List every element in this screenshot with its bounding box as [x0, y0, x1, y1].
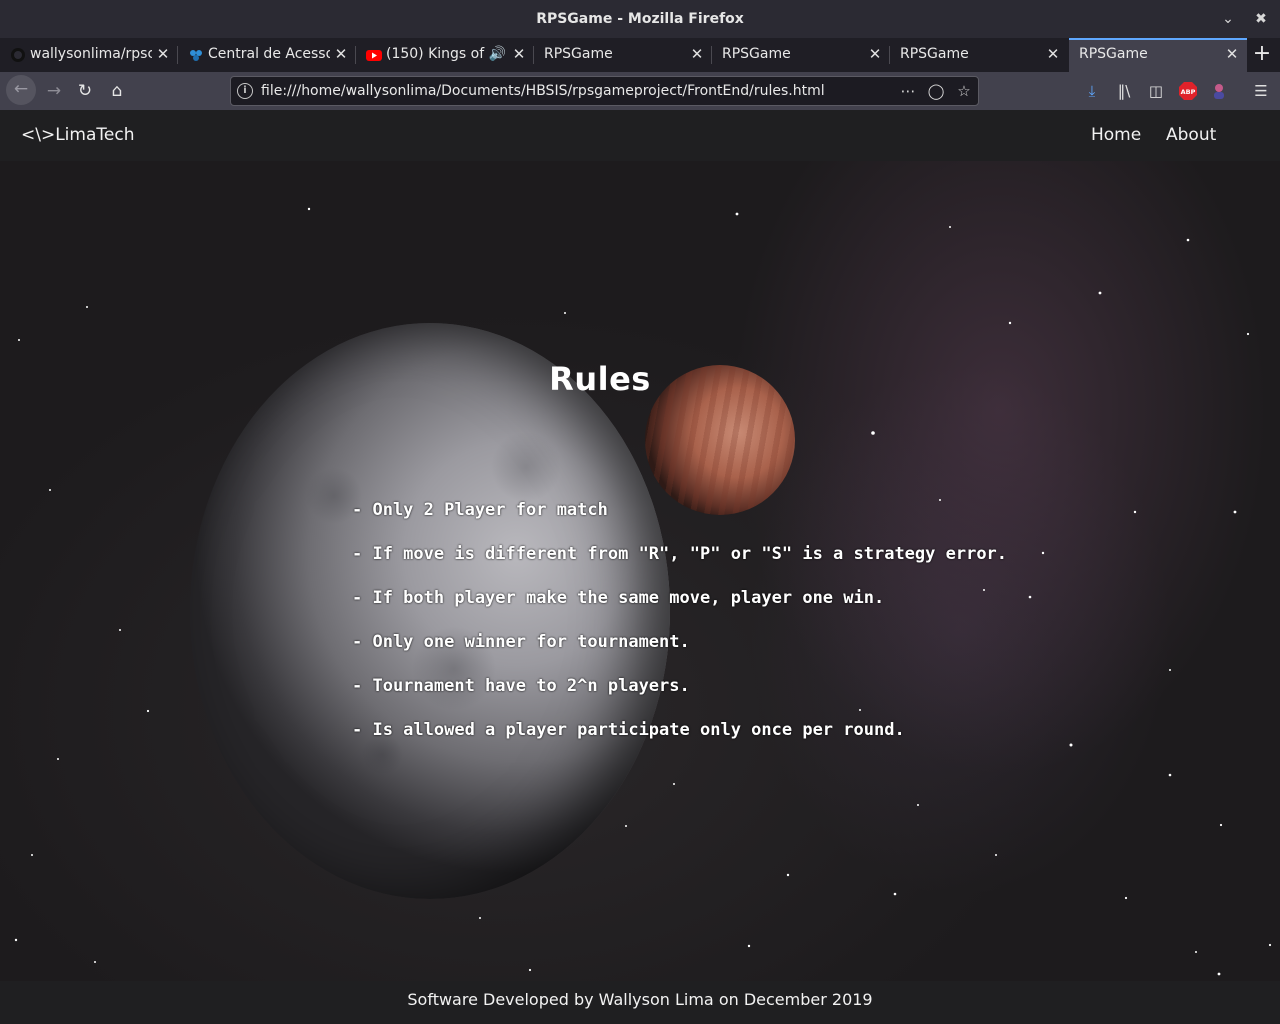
home-icon[interactable]: ⌂ — [103, 77, 131, 105]
rule-item: - Tournament have to 2^n players. — [352, 676, 690, 696]
page-actions-icon[interactable]: ⋯ — [898, 81, 918, 101]
tab-close-icon[interactable]: ✕ — [512, 38, 526, 70]
tab-github[interactable]: wallysonlima/rpsc ✕ — [0, 38, 178, 72]
tab-close-icon[interactable]: ✕ — [1046, 38, 1060, 70]
rule-item: - Only 2 Player for match — [352, 500, 608, 520]
tab-label: RPSGame — [1079, 46, 1148, 62]
tab-label: RPSGame — [722, 46, 791, 62]
nav-about-link[interactable]: About — [1166, 110, 1216, 160]
back-arrow-icon[interactable]: ← — [6, 75, 36, 105]
window-title: RPSGame - Mozilla Firefox — [536, 11, 744, 27]
window-title-bar: RPSGame - Mozilla Firefox ⌄ ✖ — [0, 0, 1280, 38]
tab-label: Central de Acesso — [208, 46, 330, 62]
rule-item: - Is allowed a player participate only o… — [352, 720, 905, 740]
window-close-icon[interactable]: ✖ — [1251, 9, 1271, 29]
navigation-toolbar: ← → ↻ ⌂ i file:///home/wallysonlima/Docu… — [0, 72, 1280, 110]
url-bar[interactable]: i file:///home/wallysonlima/Documents/HB… — [230, 76, 979, 106]
tab-rpsgame-2[interactable]: RPSGame ✕ — [712, 38, 890, 72]
info-icon[interactable]: i — [237, 83, 253, 99]
tab-central-acesso[interactable]: Central de Acesso ✕ — [178, 38, 356, 72]
sidebar-icon[interactable]: ◫ — [1144, 79, 1168, 103]
minimize-chevron-icon[interactable]: ⌄ — [1218, 9, 1238, 29]
tab-label: (150) Kings of Le — [386, 46, 490, 62]
bookmark-star-icon[interactable]: ☆ — [954, 81, 974, 101]
tab-close-icon[interactable]: ✕ — [690, 38, 704, 70]
tab-youtube[interactable]: (150) Kings of Le 🔊 ✕ — [356, 38, 534, 72]
rule-item: - Only one winner for tournament. — [352, 632, 690, 652]
extension-icon[interactable] — [1207, 79, 1231, 103]
abp-label: ABP — [1181, 88, 1196, 96]
rule-item: - If both player make the same move, pla… — [352, 588, 885, 608]
library-icon[interactable]: ‖\ — [1112, 79, 1136, 103]
reload-icon[interactable]: ↻ — [71, 77, 99, 105]
youtube-icon — [366, 50, 382, 61]
url-text[interactable]: file:///home/wallysonlima/Documents/HBSI… — [261, 77, 825, 105]
tab-label: wallysonlima/rpsc — [30, 46, 152, 62]
tab-close-icon[interactable]: ✕ — [1225, 38, 1239, 70]
page-viewport: <\>LimaTech Home About Rules - Only 2 Pl… — [0, 110, 1280, 1024]
tab-rpsgame-1[interactable]: RPSGame ✕ — [534, 38, 712, 72]
tab-close-icon[interactable]: ✕ — [156, 38, 170, 70]
forward-arrow-icon[interactable]: → — [40, 77, 68, 105]
tab-strip: wallysonlima/rpsc ✕ Central de Acesso ✕ … — [0, 38, 1280, 72]
tab-rpsgame-3[interactable]: RPSGame ✕ — [890, 38, 1068, 72]
tab-rpsgame-active[interactable]: RPSGame ✕ — [1069, 38, 1247, 72]
downloads-icon[interactable]: ⤓ — [1080, 79, 1104, 103]
site-footer: Software Developed by Wallyson Lima on D… — [0, 981, 1280, 1024]
tab-label: RPSGame — [900, 46, 969, 62]
rule-item: - If move is different from "R", "P" or … — [352, 544, 1008, 564]
speaker-icon[interactable]: 🔊 — [489, 38, 506, 70]
hamburger-menu-icon[interactable]: ☰ — [1249, 79, 1273, 103]
portal-icon — [190, 50, 202, 61]
tab-label: RPSGame — [544, 46, 613, 62]
rules-list: - Only 2 Player for match - If move is d… — [352, 499, 1007, 763]
nav-home-link[interactable]: Home — [1091, 110, 1141, 160]
page-title: Rules — [549, 360, 651, 398]
new-tab-icon[interactable]: + — [1248, 38, 1276, 72]
tab-close-icon[interactable]: ✕ — [868, 38, 882, 70]
adblock-plus-icon[interactable]: ABP — [1176, 79, 1200, 103]
pocket-icon[interactable]: ◯ — [926, 81, 946, 101]
github-icon — [11, 48, 25, 62]
site-navbar: <\>LimaTech Home About — [0, 110, 1280, 161]
brand-logo[interactable]: <\>LimaTech — [21, 110, 134, 160]
tab-close-icon[interactable]: ✕ — [334, 38, 348, 70]
